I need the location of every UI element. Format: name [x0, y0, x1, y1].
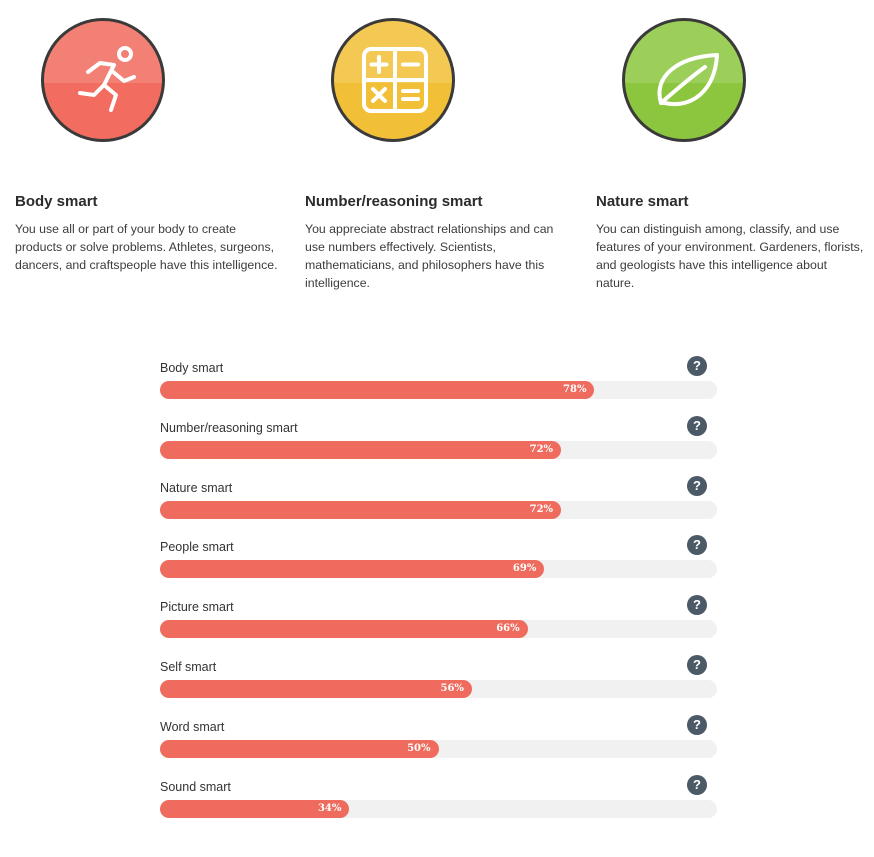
bar-track: 72%	[160, 440, 717, 459]
bar-people-smart: 69%	[160, 560, 545, 579]
help-icon[interactable]: ?	[687, 595, 707, 616]
card-title: Nature smart	[596, 193, 689, 210]
bar-row-word-smart: Word smart? 50%	[160, 714, 717, 771]
bar-body-smart: 78%	[160, 381, 595, 399]
bar-value-label: 66%	[496, 623, 520, 635]
card-title: Body smart	[15, 193, 98, 210]
bar-track: 56%	[160, 680, 717, 698]
bar-self-smart: 56%	[160, 680, 472, 698]
bar-track: 69%	[160, 560, 717, 579]
bar-track: 34%	[160, 799, 717, 818]
help-icon[interactable]: ?	[687, 655, 707, 675]
bar-value-label: 69%	[512, 563, 537, 575]
bar-picture-smart: 66%	[160, 620, 528, 639]
bar-label: Number/reasoning smart	[160, 420, 298, 435]
help-icon[interactable]: ?	[687, 714, 707, 735]
bar-value-label: 78%	[563, 384, 587, 395]
bar-row-sound-smart: Sound smart? 34%	[160, 774, 717, 831]
bar-value-label: 50%	[407, 742, 431, 754]
bar-row-nature-smart: Nature smart? 72%	[160, 475, 717, 532]
card-description: You can distinguish among, classify, and…	[596, 222, 864, 290]
bar-track: 72%	[160, 500, 717, 519]
bar-sound-smart: 34%	[160, 799, 350, 818]
bar-label: Body smart	[160, 361, 224, 375]
bar-value-label: 56%	[440, 683, 464, 694]
card-description: You appreciate abstract relationships an…	[305, 222, 554, 290]
bar-label: Picture smart	[160, 600, 234, 615]
bar-track: 66%	[160, 620, 717, 639]
help-icon[interactable]: ?	[687, 475, 707, 496]
help-icon[interactable]: ?	[687, 535, 707, 556]
number-smart-badge	[331, 18, 455, 142]
help-icon[interactable]: ?	[687, 774, 707, 795]
bar-label: Sound smart	[160, 779, 231, 794]
nature-smart-badge	[622, 18, 746, 142]
calculator-icon	[362, 47, 428, 113]
help-icon[interactable]: ?	[687, 356, 707, 376]
bar-track: 50%	[160, 739, 717, 758]
bar-value-label: 72%	[529, 443, 554, 455]
bar-row-picture-smart: Picture smart? 66%	[160, 595, 717, 651]
bar-row-people-smart: People smart? 69%	[160, 535, 717, 591]
bar-track: 78%	[160, 381, 717, 399]
card-title: Number/reasoning smart	[305, 193, 483, 210]
bar-word-smart: 50%	[160, 739, 439, 758]
running-person-icon	[78, 46, 136, 112]
help-icon[interactable]: ?	[687, 415, 707, 436]
bar-value-label: 72%	[529, 503, 554, 515]
card-description: You use all or part of your body to crea…	[15, 222, 278, 272]
bar-row-self-smart: Self smart? 56%	[160, 655, 717, 711]
bar-value-label: 34%	[317, 802, 342, 814]
bar-label: Self smart	[160, 660, 217, 674]
bar-label: Word smart	[160, 719, 225, 734]
body-smart-badge	[41, 18, 165, 142]
bar-number-reasoning-smart: 72%	[160, 440, 562, 459]
bar-row-body-smart: Body smart? 78%	[160, 356, 717, 412]
leaf-icon	[657, 53, 719, 107]
bar-label: People smart	[160, 540, 234, 555]
bar-label: Nature smart	[160, 480, 233, 495]
bar-nature-smart: 72%	[160, 500, 562, 519]
bar-row-number-reasoning-smart: Number/reasoning smart? 72%	[160, 415, 717, 472]
